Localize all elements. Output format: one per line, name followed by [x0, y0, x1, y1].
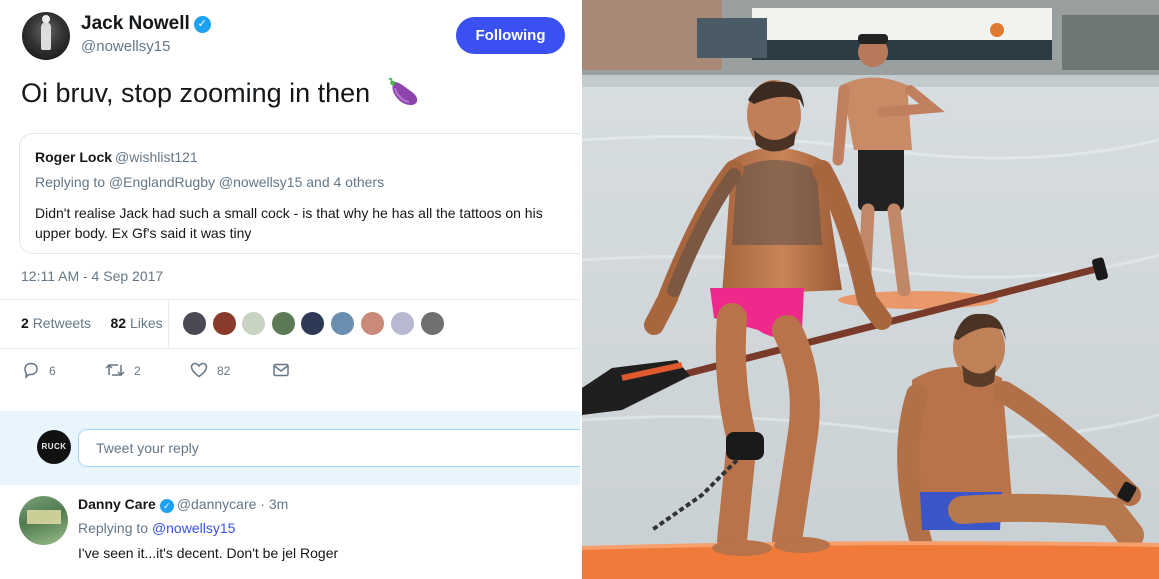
reply-tweet[interactable]: Danny Care ✓ @dannycare · 3m Replying to @…: [0, 485, 580, 579]
paddleboard-photo: [582, 0, 1159, 579]
following-button[interactable]: Following: [456, 17, 565, 54]
reply-body: I've seen it...it's decent. Don't be jel…: [78, 545, 339, 561]
liker-avatar[interactable]: [360, 311, 385, 336]
photo-illustration: [582, 0, 1159, 579]
retweet-action-count: 2: [134, 364, 141, 378]
divider: [0, 299, 580, 300]
likes-label: Likes: [129, 315, 163, 331]
author-name[interactable]: Jack Nowell: [81, 13, 190, 34]
liker-avatar[interactable]: [390, 311, 415, 336]
replying-handle-link[interactable]: @nowellsy15: [152, 520, 235, 536]
quoted-replying-to: Replying to @EnglandRugby @nowellsy15 an…: [35, 174, 385, 190]
reply-author-line: Danny Care ✓ @dannycare · 3m: [78, 496, 288, 513]
retweet-stat[interactable]: 2 Retweets: [21, 315, 91, 331]
tweet-reply-input[interactable]: Tweet your reply: [78, 429, 580, 467]
replying-prefix: Replying to: [78, 520, 149, 536]
quoted-author[interactable]: Roger Lock @wishlist121: [35, 149, 198, 165]
retweets-label: Retweets: [32, 315, 92, 331]
quoted-body: Didn't realise Jack had such a small coc…: [35, 205, 543, 241]
like-count: 82: [110, 315, 127, 331]
liker-avatar[interactable]: [330, 311, 355, 336]
tweet-text: Oi bruv, stop zooming in then: [21, 78, 371, 108]
eggplant-icon: [386, 77, 420, 108]
author-handle[interactable]: @nowellsy15: [81, 38, 170, 55]
like-stat[interactable]: 82 Likes: [111, 315, 163, 331]
liker-avatar[interactable]: [420, 311, 445, 336]
reply-handle-time[interactable]: @dannycare · 3m: [177, 496, 288, 512]
tweet-timestamp[interactable]: 12:11 AM - 4 Sep 2017: [21, 268, 163, 284]
current-user-avatar[interactable]: RUCK: [37, 430, 71, 464]
quoted-tweet[interactable]: Roger Lock @wishlist121 Replying to @Engl…: [19, 133, 580, 254]
divider: [0, 348, 580, 349]
tweet-panel: Jack Nowell ✓ @nowellsy15 Following Oi br…: [0, 0, 580, 579]
tweet-author-row: Jack Nowell ✓ @nowellsy15 Following: [22, 12, 567, 60]
tweet-stats: 2 Retweets 82 Likes: [21, 315, 163, 331]
heart-icon: [190, 362, 208, 378]
verified-badge-icon: ✓: [193, 16, 211, 33]
reply-icon: [24, 362, 38, 379]
liker-avatar[interactable]: [182, 311, 207, 336]
liker-avatar[interactable]: [271, 311, 296, 336]
quoted-handle[interactable]: @wishlist121: [115, 149, 198, 165]
liker-avatar[interactable]: [212, 311, 237, 336]
liker-avatar[interactable]: [300, 311, 325, 336]
quoted-name[interactable]: Roger Lock: [35, 149, 112, 165]
like-action[interactable]: 82: [190, 360, 230, 382]
author-avatar[interactable]: [22, 12, 70, 60]
reply-count: 6: [49, 364, 56, 378]
reply-author-avatar[interactable]: [19, 496, 68, 545]
stats-separator: [168, 300, 169, 348]
reply-action[interactable]: 6: [22, 360, 56, 382]
tweet-text-line: Oi bruv, stop zooming in then: [21, 77, 420, 109]
envelope-icon: [273, 363, 289, 377]
author-name-line[interactable]: Jack Nowell ✓: [81, 13, 211, 35]
retweet-icon: [105, 363, 125, 377]
verified-badge-icon: ✓: [159, 499, 174, 513]
like-action-count: 82: [217, 364, 231, 378]
liker-avatar[interactable]: [241, 311, 266, 336]
reply-compose-area: RUCK Tweet your reply: [0, 411, 580, 485]
retweet-action[interactable]: 2: [105, 360, 141, 382]
reply-author-name[interactable]: Danny Care: [78, 496, 156, 512]
retweet-count: 2: [21, 315, 29, 331]
message-action[interactable]: [272, 360, 299, 382]
reply-replying-to: Replying to @nowellsy15: [78, 520, 235, 536]
